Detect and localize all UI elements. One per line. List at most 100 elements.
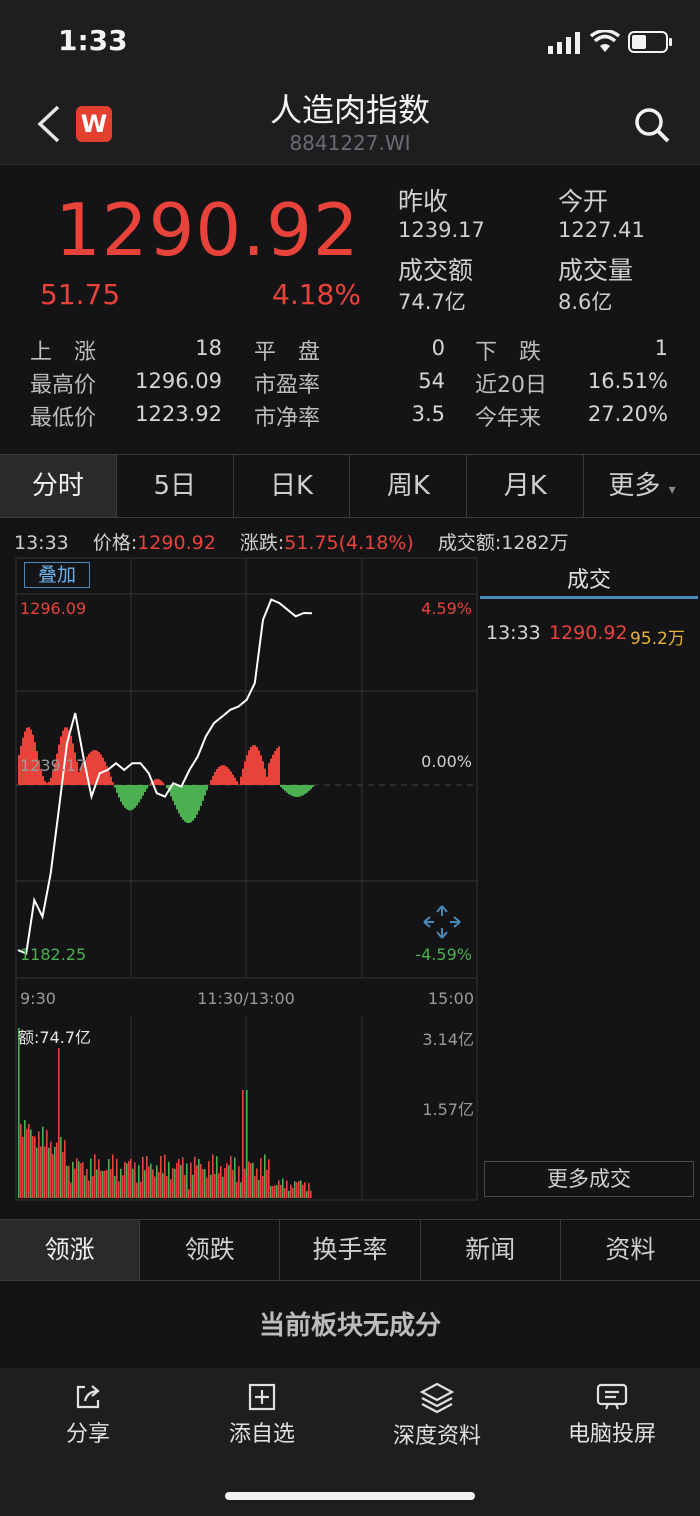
momentum-bar xyxy=(280,785,282,788)
tab-5day[interactable]: 5日 xyxy=(117,455,234,517)
tab-top-gainers[interactable]: 领涨 xyxy=(0,1220,141,1280)
momentum-bar xyxy=(196,785,198,815)
info-price: 1290.92 xyxy=(137,532,216,554)
volume-bar xyxy=(36,1147,38,1198)
status-bar: 1:33 xyxy=(0,0,700,85)
volume-bar xyxy=(210,1174,212,1198)
pct-axis-mid: 0.00% xyxy=(421,752,472,771)
tab-intraday[interactable]: 分时 xyxy=(0,455,117,517)
volume-bar xyxy=(264,1154,266,1198)
momentum-bar xyxy=(180,785,182,817)
screen-cast-button[interactable]: 电脑投屏 xyxy=(532,1382,692,1448)
volume-bar xyxy=(144,1170,146,1198)
volume-bar xyxy=(172,1167,174,1198)
volume-bar xyxy=(292,1187,294,1198)
overlay-button[interactable]: 叠加 xyxy=(24,562,90,588)
add-watchlist-icon xyxy=(248,1383,276,1411)
stat-label: 平 盘 xyxy=(254,340,321,365)
volume-bar xyxy=(226,1163,228,1198)
stat-label: 市盈率 xyxy=(254,373,321,398)
volume-bar xyxy=(222,1176,224,1198)
momentum-bar xyxy=(250,746,252,785)
volume-bar xyxy=(304,1182,306,1198)
volume-bar xyxy=(204,1169,206,1198)
momentum-bar xyxy=(222,765,224,785)
tab-news[interactable]: 新闻 xyxy=(421,1220,561,1280)
volume-bar xyxy=(126,1163,128,1198)
tab-profile[interactable]: 资料 xyxy=(561,1220,700,1280)
volume-bar xyxy=(298,1181,300,1198)
tab-daily-k[interactable]: 日K xyxy=(234,455,351,517)
volume-bar xyxy=(218,1173,220,1198)
info-time: 13:33 xyxy=(14,532,69,554)
momentum-bar xyxy=(254,745,256,785)
momentum-bar xyxy=(270,758,272,785)
momentum-bar xyxy=(214,772,216,785)
trades-title[interactable]: 成交 xyxy=(480,562,698,594)
momentum-bar xyxy=(146,785,148,789)
price-line xyxy=(17,598,313,955)
volume-bar xyxy=(68,1165,70,1198)
volume-bar xyxy=(78,1161,80,1198)
volume-bar xyxy=(140,1181,142,1198)
volume-bar xyxy=(256,1168,258,1198)
stat-value: 3.5 xyxy=(411,402,445,426)
tab-turnover-rate[interactable]: 换手率 xyxy=(280,1220,421,1280)
volume-bar xyxy=(32,1136,34,1198)
momentum-bar xyxy=(124,785,126,808)
volume-bar xyxy=(134,1162,136,1198)
volume-bar xyxy=(228,1165,230,1198)
stat-label: 最高价 xyxy=(30,373,97,398)
deep-info-button[interactable]: 深度资料 xyxy=(357,1382,517,1450)
add-watchlist-button[interactable]: 添自选 xyxy=(182,1382,342,1448)
tab-more[interactable]: 更多 ▾ xyxy=(584,455,700,517)
tab-weekly-k[interactable]: 周K xyxy=(350,455,468,517)
intraday-chart[interactable]: 1296.09 1239.17 1182.25 4.59% 0.00% -4.5… xyxy=(0,556,480,1206)
share-button[interactable]: 分享 xyxy=(8,1382,168,1448)
volume-bar xyxy=(270,1186,272,1198)
momentum-bar xyxy=(248,750,250,785)
info-chg: 51.75(4.18%) xyxy=(284,532,414,554)
tab-monthly-k[interactable]: 月K xyxy=(467,455,585,517)
volume-bar xyxy=(138,1165,140,1198)
home-indicator xyxy=(225,1492,475,1500)
momentum-bar xyxy=(240,776,242,785)
volume-bar xyxy=(114,1175,116,1198)
momentum-bar xyxy=(138,785,140,803)
volume-bar xyxy=(238,1166,240,1198)
volume-bar xyxy=(150,1163,152,1198)
volume-value: 8.6亿 xyxy=(558,290,613,314)
momentum-bar xyxy=(290,785,292,796)
momentum-bar xyxy=(126,785,128,810)
volume-bar xyxy=(86,1168,88,1198)
volume-bar xyxy=(20,1124,22,1198)
volume-bar xyxy=(176,1162,178,1198)
price-change: 51.75 xyxy=(40,278,121,311)
volume-label: 成交量 xyxy=(558,256,634,285)
more-trades-button[interactable]: 更多成交 xyxy=(484,1161,694,1197)
volume-bar xyxy=(240,1182,242,1198)
momentum-bar xyxy=(100,754,102,785)
volume-bar xyxy=(62,1152,64,1198)
info-chg-label: 涨跌: xyxy=(239,532,285,554)
momentum-bar xyxy=(178,785,180,814)
volume-bar xyxy=(148,1166,150,1198)
volume-bar xyxy=(266,1169,268,1198)
momentum-bar xyxy=(114,785,116,788)
momentum-bar xyxy=(110,776,112,785)
momentum-bar xyxy=(120,785,122,802)
screen-cast-label: 电脑投屏 xyxy=(567,1422,656,1447)
dropdown-icon: ▾ xyxy=(668,482,676,498)
volume-bar xyxy=(276,1185,278,1198)
stat-label: 上 涨 xyxy=(30,340,97,365)
expand-icon[interactable] xyxy=(423,905,461,939)
tab-top-losers[interactable]: 领跌 xyxy=(140,1220,281,1280)
y-axis-high: 1296.09 xyxy=(20,599,86,618)
volume-bar xyxy=(96,1169,98,1198)
volume-bar xyxy=(136,1182,138,1198)
search-icon[interactable] xyxy=(632,105,672,145)
volume-bar xyxy=(220,1165,222,1198)
volume-bar xyxy=(88,1180,90,1198)
prev-close-value: 1239.17 xyxy=(398,218,485,242)
momentum-bar xyxy=(154,779,156,785)
